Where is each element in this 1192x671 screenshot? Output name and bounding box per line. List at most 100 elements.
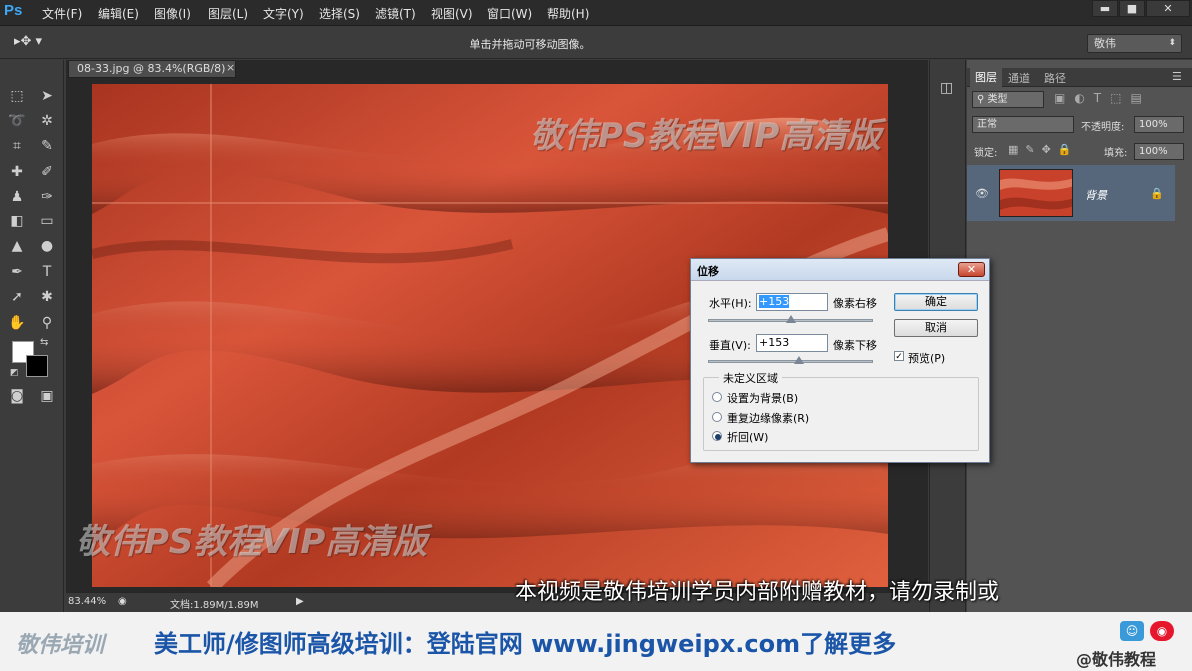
menu-edit[interactable]: 编辑(E)	[98, 5, 139, 22]
menu-layer[interactable]: 图层(L)	[208, 5, 248, 22]
crop-icon[interactable]: ⌗	[6, 136, 28, 156]
history-brush-icon[interactable]: ✑	[36, 187, 58, 207]
cancel-button[interactable]: 取消	[894, 319, 978, 337]
eyedropper-icon[interactable]: ✎	[36, 136, 58, 156]
workspace-label: 敬伟	[1094, 37, 1116, 50]
type-icon[interactable]: T	[36, 262, 58, 282]
close-tab-icon[interactable]: ×	[226, 61, 235, 74]
horizontal-input[interactable]: +153	[756, 293, 828, 311]
layer-thumbnail[interactable]	[999, 169, 1073, 217]
radio-set-background[interactable]	[712, 392, 722, 402]
dodge-icon[interactable]: ●	[36, 236, 58, 256]
workspace-select[interactable]: 敬伟 ⬍	[1087, 34, 1182, 53]
eye-icon[interactable]: 👁	[975, 187, 989, 200]
updown-arrow-icon: ⬍	[1168, 38, 1176, 48]
undefined-area-title: 未定义区域	[719, 370, 782, 386]
document-tab[interactable]: 08-33.jpg @ 83.4%(RGB/8)	[68, 60, 236, 78]
banner-text: 美工师/修图师高级培训：登陆官网 www.jingweipx.com了解更多	[154, 630, 897, 658]
horizontal-value: +153	[759, 295, 790, 308]
status-icon[interactable]: ◉	[118, 596, 127, 607]
marquee-icon[interactable]: ⬚	[6, 86, 28, 106]
tab-paths[interactable]: 路径	[1044, 70, 1066, 86]
opacity-label: 不透明度:	[1081, 122, 1125, 133]
vertical-label: 垂直(V):	[709, 339, 751, 352]
dialog-titlebar[interactable]	[691, 259, 989, 281]
zoom-level[interactable]: 83.44%	[68, 596, 106, 607]
ok-button[interactable]: 确定	[894, 293, 978, 311]
maximize-button[interactable]: ■	[1119, 0, 1145, 17]
layer-filter-icons[interactable]: ▣◐T⬚▤	[1054, 91, 1151, 105]
clone-stamp-icon[interactable]: ♟	[6, 187, 28, 207]
magic-wand-icon[interactable]: ✲	[36, 111, 58, 131]
banner-logo: 敬伟培训	[16, 633, 105, 658]
screen-mode-icon[interactable]: ▣	[36, 386, 58, 406]
minimize-button[interactable]: ▬	[1092, 0, 1118, 17]
lock-icon: 🔒	[1150, 187, 1164, 200]
menu-type[interactable]: 文字(Y)	[263, 5, 304, 22]
offset-dialog: 位移 ✕ 水平(H): +153 像素右移 垂直(V): +153 像素下移 确…	[690, 258, 990, 463]
option-repeat-edge: 重复边缘像素(R)	[727, 412, 810, 425]
swap-colors-icon[interactable]: ⇆	[40, 337, 48, 348]
menu-image[interactable]: 图像(I)	[154, 5, 191, 22]
close-window-button[interactable]: ✕	[1146, 0, 1190, 17]
banner-weibo-handle: @敬伟教程	[1076, 650, 1157, 669]
blur-icon[interactable]: ▲	[6, 236, 28, 256]
weibo-icon: ◉	[1150, 621, 1174, 641]
pen-icon[interactable]: ✒	[6, 262, 28, 282]
filter-kind-select[interactable]: ⚲ 类型	[972, 91, 1044, 108]
gradient-icon[interactable]: ▭	[36, 211, 58, 231]
photoshop-logo: Ps	[4, 2, 23, 19]
radio-wrap-around[interactable]	[712, 431, 722, 441]
layer-name[interactable]: 背景	[1085, 187, 1107, 203]
menu-view[interactable]: 视图(V)	[431, 5, 473, 22]
move-icon[interactable]: ➤	[36, 86, 58, 106]
quick-mask-icon[interactable]: ◙	[6, 386, 28, 406]
filter-kind-label: 类型	[987, 94, 1008, 105]
vertical-unit: 像素下移	[833, 339, 877, 352]
fill-field[interactable]: 100%	[1134, 143, 1184, 160]
brush-icon[interactable]: ✐	[36, 162, 58, 182]
default-colors-icon[interactable]: ◩	[10, 368, 19, 378]
vertical-slider-thumb[interactable]	[793, 356, 804, 364]
blend-mode-select[interactable]: 正常	[972, 116, 1074, 133]
menu-filter[interactable]: 滤镜(T)	[375, 5, 416, 22]
opacity-field[interactable]: 100%	[1134, 116, 1184, 133]
tab-channels[interactable]: 通道	[1008, 70, 1030, 86]
watermark-bottom: 敬伟PS教程VIP高清版	[76, 522, 428, 562]
background-color-swatch[interactable]	[26, 355, 48, 377]
zoom-icon[interactable]: ⚲	[36, 313, 58, 333]
tab-layers[interactable]: 图层	[970, 68, 1002, 87]
thumbnail-image	[1000, 170, 1072, 216]
panel-menu-icon[interactable]: ☰	[1172, 70, 1182, 83]
option-set-background: 设置为背景(B)	[727, 392, 799, 405]
horizontal-label: 水平(H):	[709, 297, 752, 310]
3d-panel-icon[interactable]: ◫	[940, 80, 953, 96]
document-info: 文档:1.89M/1.89M	[170, 600, 259, 611]
menu-help[interactable]: 帮助(H)	[547, 5, 589, 22]
healing-brush-icon[interactable]: ✚	[6, 162, 28, 182]
path-selection-icon[interactable]: ➚	[6, 287, 28, 307]
vertical-slider-track[interactable]	[708, 360, 873, 363]
video-subtitle: 本视频是敬伟培训学员内部附赠教材，请勿录制或	[515, 580, 1000, 605]
lock-label: 锁定:	[974, 148, 998, 159]
menu-select[interactable]: 选择(S)	[319, 5, 360, 22]
dialog-close-button[interactable]: ✕	[958, 262, 985, 277]
horizontal-unit: 像素右移	[833, 297, 877, 310]
eraser-icon[interactable]: ◧	[6, 211, 28, 231]
option-wrap-around: 折回(W)	[727, 431, 769, 444]
horizontal-slider-thumb[interactable]	[785, 315, 796, 323]
tool-hint: 单击并拖动可移动图像。	[469, 38, 591, 51]
lasso-icon[interactable]: ➰	[6, 111, 28, 131]
search-icon: ⚲	[977, 94, 988, 105]
lock-icons[interactable]: ▦✎✥🔒	[1008, 143, 1079, 156]
radio-repeat-edge[interactable]	[712, 412, 722, 422]
hand-icon[interactable]: ✋	[6, 313, 28, 333]
status-menu-arrow-icon[interactable]: ▶	[296, 596, 304, 607]
menu-file[interactable]: 文件(F)	[42, 5, 82, 22]
dialog-title: 位移	[697, 265, 719, 278]
vertical-input[interactable]: +153	[756, 334, 828, 352]
fill-label: 填充:	[1104, 148, 1128, 159]
preview-checkbox[interactable]: ✓	[894, 351, 904, 362]
menu-window[interactable]: 窗口(W)	[487, 5, 532, 22]
custom-shape-icon[interactable]: ✱	[36, 287, 58, 307]
